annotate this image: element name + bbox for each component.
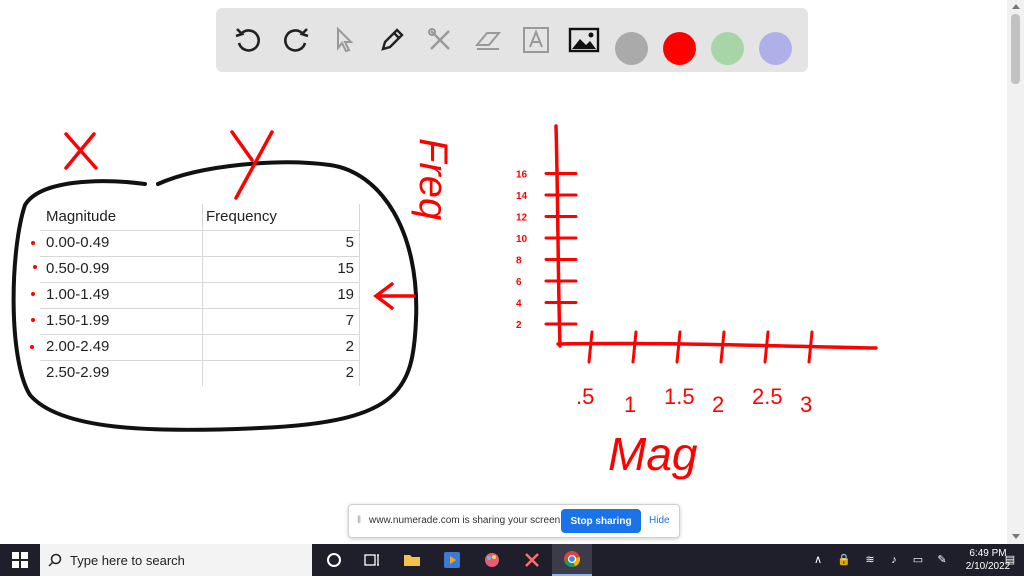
- search-icon: [48, 553, 62, 567]
- x-axis-tick: [587, 330, 594, 364]
- file-explorer-icon[interactable]: [392, 544, 432, 576]
- vertical-scrollbar[interactable]: [1007, 0, 1024, 544]
- x-tick-label: .5: [576, 384, 594, 409]
- table-header-row: Magnitude Frequency: [40, 204, 360, 231]
- y-tick-label: 16: [516, 170, 528, 181]
- screen-share-notification: ‖ www.numerade.com is sharing your scree…: [348, 504, 680, 538]
- frequency-cell: 2: [345, 338, 354, 355]
- windows-taskbar: Type here to search ∧ 🔒 ≋ ♪ ▭ ✎ 6:49 PM …: [0, 544, 1024, 576]
- frequency-header: Frequency: [206, 208, 277, 225]
- cortana-icon[interactable]: [314, 544, 354, 576]
- chevron-up-icon[interactable]: ∧: [810, 552, 826, 568]
- x-axis-ticks: [587, 330, 814, 364]
- y-axis-ticks: [544, 172, 578, 326]
- table-row: 0.00-0.49 5: [40, 230, 360, 257]
- magnitude-cell: 2.00-2.49: [46, 338, 110, 355]
- taskbar-search-input[interactable]: Type here to search: [40, 544, 312, 576]
- undo-icon[interactable]: [230, 22, 266, 58]
- frequency-cell: 15: [337, 260, 354, 277]
- arrow-to-max-strokes: [373, 282, 416, 310]
- scroll-up-arrow-icon[interactable]: [1012, 4, 1020, 9]
- gray-color-swatch[interactable]: [615, 32, 648, 65]
- mag-axis-title: Mag: [608, 428, 698, 480]
- table-row: 2.50-2.99 2: [40, 360, 360, 386]
- y-variable-label: Y: [232, 137, 256, 178]
- frequency-cell: 5: [345, 234, 354, 251]
- magnitude-cell: 1.00-1.49: [46, 286, 110, 303]
- y-tick-label: 6: [516, 277, 522, 288]
- scroll-down-arrow-icon[interactable]: [1012, 534, 1020, 539]
- select-pointer-icon[interactable]: [326, 22, 362, 58]
- frequency-cell: 19: [337, 286, 354, 303]
- y-tick-label: 4: [516, 299, 522, 310]
- media-app-icon[interactable]: [432, 544, 472, 576]
- x-axis-tick: [719, 330, 726, 364]
- table-row: 2.00-2.49 2: [40, 334, 360, 361]
- x-tick-label: 1.5: [664, 384, 695, 409]
- x-letter-strokes: [64, 132, 98, 170]
- drawing-toolbar: [216, 8, 808, 72]
- x-axis-tick-labels: .5 1 1.5 2 2.5 3: [576, 384, 812, 417]
- x-axis-tick: [675, 330, 682, 364]
- table-row: 0.50-0.99 15: [40, 256, 360, 283]
- pen-workspace-icon[interactable]: ✎: [934, 552, 950, 568]
- y-letter-strokes: [230, 130, 274, 200]
- text-icon[interactable]: [518, 22, 554, 58]
- task-view-icon[interactable]: [352, 544, 392, 576]
- magnitude-cell: 0.50-0.99: [46, 260, 110, 277]
- y-tick-label: 8: [516, 256, 522, 267]
- y-axis-tick-labels: 2 4 6 8 10 12 14 16: [516, 170, 528, 332]
- eraser-icon[interactable]: [470, 22, 506, 58]
- green-color-swatch[interactable]: [711, 32, 744, 65]
- hide-link[interactable]: Hide: [649, 515, 670, 526]
- security-icon[interactable]: 🔒: [836, 552, 852, 568]
- x-tick-label: 1: [624, 392, 636, 417]
- search-placeholder: Type here to search: [70, 553, 185, 568]
- scrollbar-thumb[interactable]: [1011, 14, 1020, 84]
- magnitude-header: Magnitude: [46, 208, 117, 225]
- volume-icon[interactable]: ♪: [886, 552, 902, 568]
- snipping-tool-icon[interactable]: [512, 544, 552, 576]
- freq-axis-title: Freq: [411, 138, 455, 220]
- purple-color-swatch[interactable]: [759, 32, 792, 65]
- drag-handle-icon[interactable]: ‖: [357, 515, 361, 526]
- redo-icon[interactable]: [278, 22, 314, 58]
- y-tick-label: 14: [516, 191, 528, 202]
- frequency-cell: 2: [345, 364, 354, 381]
- x-axis-tick: [807, 330, 814, 364]
- y-tick-label: 10: [516, 234, 528, 245]
- row-bullet-dots: [30, 241, 37, 349]
- windows-start-icon[interactable]: [0, 544, 40, 576]
- notifications-icon[interactable]: ▤: [1002, 552, 1018, 568]
- x-axis-tick: [631, 330, 638, 364]
- pen-icon[interactable]: [374, 22, 410, 58]
- y-tick-label: 2: [516, 320, 522, 331]
- x-tick-label: 2.5: [752, 384, 783, 409]
- table-row: 1.50-1.99 7: [40, 308, 360, 335]
- x-axis-tick: [763, 330, 770, 364]
- y-axis-line: [554, 124, 562, 348]
- x-tick-label: 2: [712, 392, 724, 417]
- magnitude-cell: 1.50-1.99: [46, 312, 110, 329]
- y-tick-label: 12: [516, 213, 528, 224]
- stop-sharing-button[interactable]: Stop sharing: [561, 509, 641, 533]
- wifi-icon[interactable]: ≋: [862, 552, 878, 568]
- keyboard-icon[interactable]: ▭: [910, 552, 926, 568]
- frequency-cell: 7: [345, 312, 354, 329]
- x-axis-line: [556, 341, 878, 350]
- x-tick-label: 3: [800, 392, 812, 417]
- magnitude-cell: 2.50-2.99: [46, 364, 110, 381]
- chrome-browser-icon[interactable]: [552, 544, 592, 576]
- share-message: www.numerade.com is sharing your screen.: [369, 515, 563, 526]
- table-row: 1.00-1.49 19: [40, 282, 360, 309]
- magnitude-cell: 0.00-0.49: [46, 234, 110, 251]
- x-variable-label: X: [62, 137, 86, 178]
- red-color-swatch[interactable]: [663, 32, 696, 65]
- paint-app-icon[interactable]: [472, 544, 512, 576]
- image-icon[interactable]: [566, 22, 602, 58]
- tools-icon[interactable]: [422, 22, 458, 58]
